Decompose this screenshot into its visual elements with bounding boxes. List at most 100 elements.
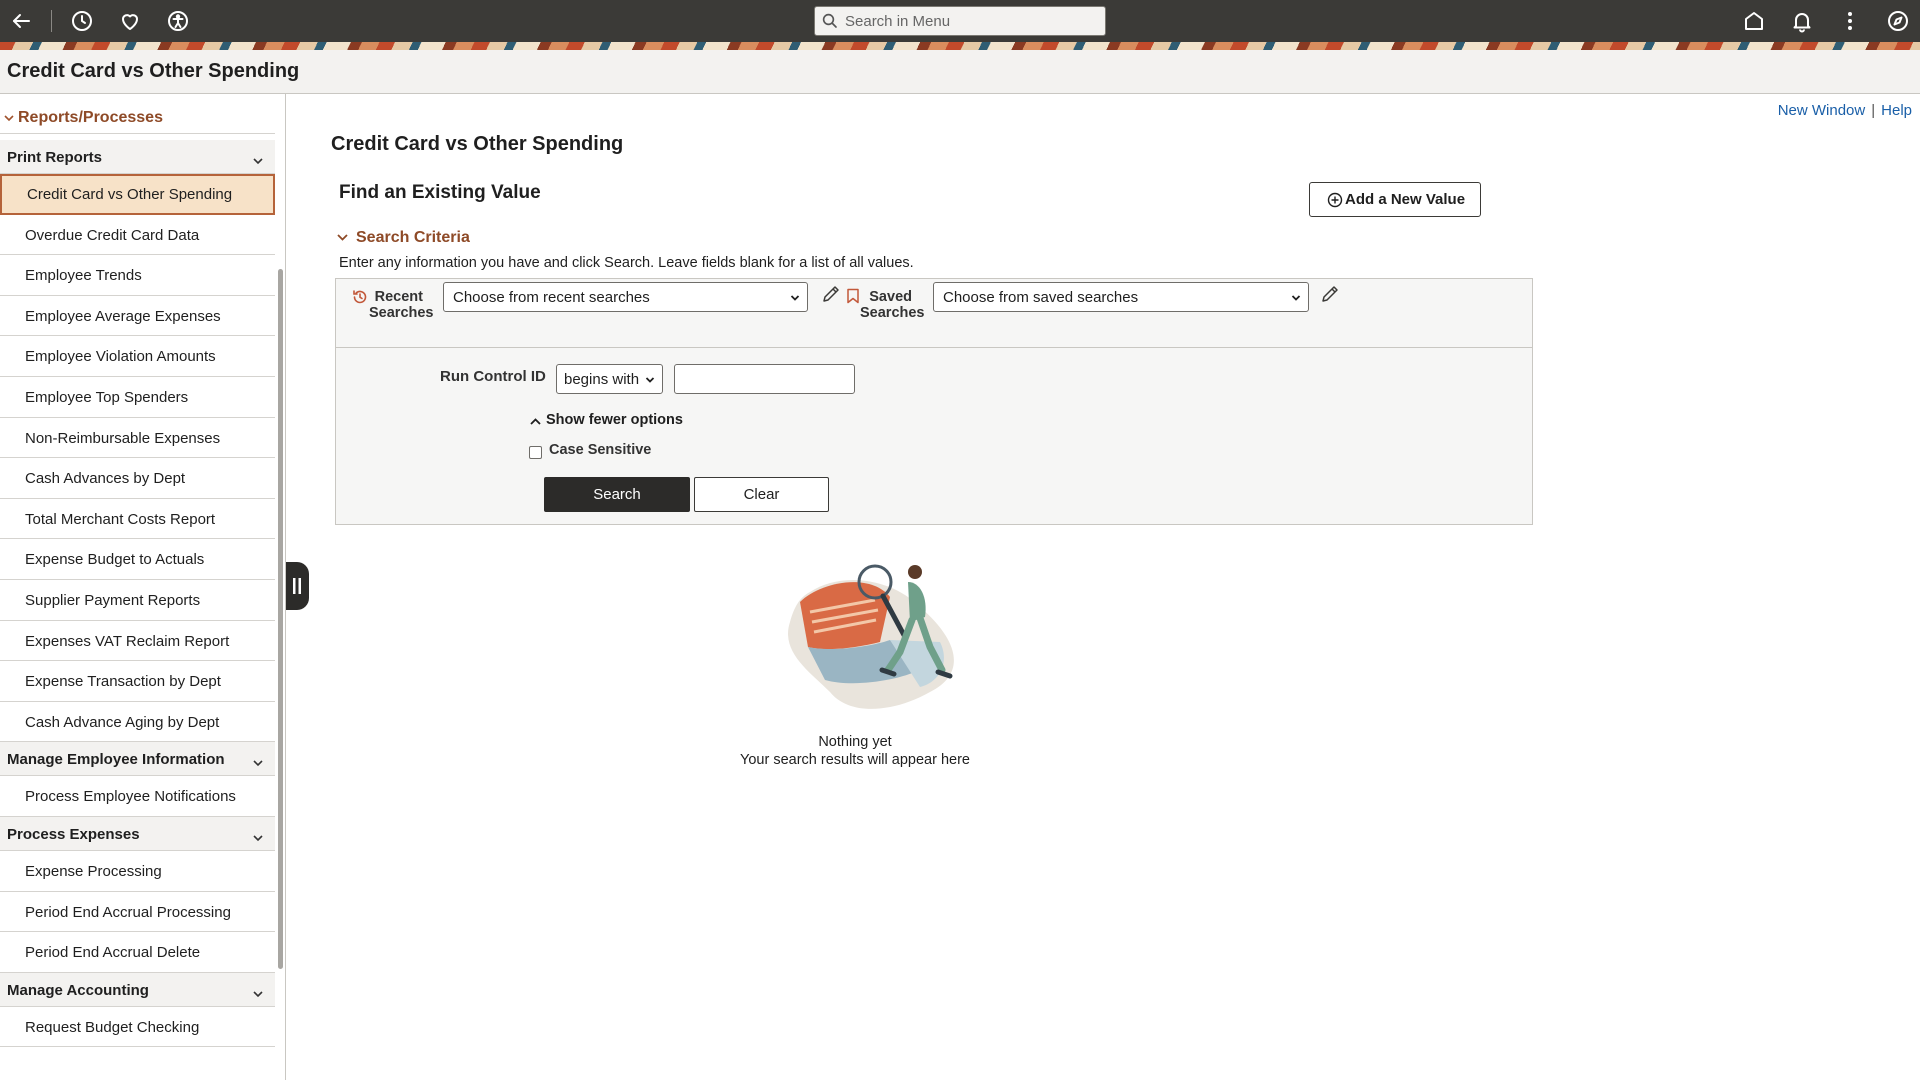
add-new-value-button[interactable]: Add a New Value	[1309, 182, 1481, 217]
nav-item-cash-advances-by-dept[interactable]: Cash Advances by Dept	[0, 458, 275, 499]
recent-searches-select[interactable]: Choose from recent searches	[443, 282, 808, 312]
nav-section-print-reports[interactable]: Print Reports	[0, 140, 275, 174]
nav-item-non-reimbursable-expenses[interactable]: Non-Reimbursable Expenses	[0, 418, 275, 459]
search-criteria-box: Recent Searches Choose from recent searc…	[335, 278, 1533, 525]
saved-label-line2: Searches	[860, 305, 925, 321]
bookmark-icon	[846, 288, 860, 304]
recent-searches-value: Choose from recent searches	[453, 289, 650, 306]
search-instructions: Enter any information you have and click…	[339, 255, 914, 271]
heart-icon[interactable]	[118, 9, 142, 33]
nav-item-expense-processing[interactable]: Expense Processing	[0, 851, 275, 892]
decorative-banner	[0, 42, 1920, 50]
top-links: New Window | Help	[1778, 102, 1912, 119]
nav-section-manage-employee-information[interactable]: Manage Employee Information	[0, 742, 275, 777]
nav-item-cash-advance-aging-by-dept[interactable]: Cash Advance Aging by Dept	[0, 702, 275, 743]
nav-item-credit-card-vs-other-spending[interactable]: Credit Card vs Other Spending	[0, 174, 275, 215]
run-control-id-input[interactable]	[674, 364, 855, 394]
accessibility-icon[interactable]	[166, 9, 190, 33]
nav-item-label: Period End Accrual Delete	[25, 944, 201, 962]
nav-item-label: Credit Card vs Other Spending	[27, 186, 233, 203]
nav-item-employee-top-spenders[interactable]: Employee Top Spenders	[0, 377, 275, 418]
nav-item-label: Non-Reimbursable Expenses	[25, 429, 221, 447]
nav-section-label: Manage Employee Information	[7, 751, 225, 769]
nav-section-label: Manage Accounting	[7, 981, 149, 999]
help-link[interactable]: Help	[1881, 102, 1912, 119]
nav-section-manage-accounting[interactable]: Manage Accounting	[0, 972, 275, 1007]
criteria-divider	[336, 347, 1532, 348]
recent-label-line2: Searches	[369, 305, 434, 321]
menu-search-placeholder: Search in Menu	[845, 13, 951, 30]
edit-saved-searches-pencil-icon[interactable]	[1319, 283, 1341, 305]
nav-item-label: Expense Budget to Actuals	[25, 551, 205, 569]
collapse-panel-handle[interactable]	[286, 562, 309, 610]
nav-item-label: Period End Accrual Processing	[25, 903, 231, 921]
chevron-down-icon	[251, 987, 265, 1001]
nav-item-label: Employee Average Expenses	[25, 307, 221, 325]
nav-item-label: Cash Advance Aging by Dept	[25, 713, 220, 731]
empty-results-illustration	[788, 564, 954, 709]
nav-item-label: Employee Violation Amounts	[25, 348, 216, 366]
saved-label-line1: Saved	[869, 289, 912, 305]
case-sensitive-checkbox[interactable]	[529, 446, 542, 459]
content-title: Credit Card vs Other Spending	[331, 133, 624, 155]
show-fewer-options-label: Show fewer options	[546, 412, 683, 428]
nav-section-process-expenses[interactable]: Process Expenses	[0, 816, 275, 851]
nav-item-total-merchant-costs-report[interactable]: Total Merchant Costs Report	[0, 499, 275, 540]
link-separator: |	[1871, 102, 1876, 119]
empty-results-subtitle: Your search results will appear here	[740, 752, 970, 768]
nav-group-label: Reports/Processes	[18, 109, 163, 126]
chevron-up-icon	[529, 415, 542, 428]
nav-item-label: Request Budget Checking	[25, 1018, 200, 1036]
nav-item-employee-violation-amounts[interactable]: Employee Violation Amounts	[0, 336, 275, 377]
find-existing-value-heading: Find an Existing Value	[339, 182, 541, 203]
nav-item-employee-average-expenses[interactable]: Employee Average Expenses	[0, 296, 275, 337]
edit-recent-searches-pencil-icon[interactable]	[820, 283, 842, 305]
nav-item-expense-transaction-by-dept[interactable]: Expense Transaction by Dept	[0, 661, 275, 702]
chevron-down-icon	[790, 293, 800, 303]
home-icon[interactable]	[1742, 9, 1766, 33]
nav-item-label: Cash Advances by Dept	[25, 470, 186, 488]
nav-group-reports-processes[interactable]: Reports/Processes	[0, 104, 275, 134]
chevron-down-icon	[645, 375, 655, 385]
search-button[interactable]: Search	[544, 477, 690, 512]
saved-searches-select[interactable]: Choose from saved searches	[933, 282, 1309, 312]
more-vertical-icon[interactable]	[1838, 9, 1862, 33]
bell-icon[interactable]	[1790, 9, 1814, 33]
nav-item-overdue-credit-card-data[interactable]: Overdue Credit Card Data	[0, 215, 275, 256]
left-navigation-panel: Reports/Processes Print Reports Credit C…	[0, 94, 286, 1080]
nav-item-period-end-accrual-processing[interactable]: Period End Accrual Processing	[0, 892, 275, 933]
nav-item-employee-trends[interactable]: Employee Trends	[0, 255, 275, 296]
case-sensitive-label: Case Sensitive	[549, 442, 652, 458]
nav-scrollbar[interactable]	[278, 269, 283, 969]
clear-button[interactable]: Clear	[694, 477, 829, 512]
saved-searches-value: Choose from saved searches	[943, 289, 1139, 306]
nav-section-label: Process Expenses	[7, 825, 140, 843]
history-icon[interactable]	[70, 9, 94, 33]
nav-item-request-budget-checking[interactable]: Request Budget Checking	[0, 1007, 275, 1048]
run-control-operator-select[interactable]: begins with	[556, 364, 663, 394]
nav-item-label: Employee Top Spenders	[25, 388, 189, 406]
compass-icon[interactable]	[1886, 9, 1910, 33]
nav-item-expense-budget-to-actuals[interactable]: Expense Budget to Actuals	[0, 539, 275, 580]
search-icon	[821, 12, 839, 30]
nav-item-label: Supplier Payment Reports	[25, 591, 201, 609]
chevron-down-icon	[251, 831, 265, 845]
nav-list: Print Reports Credit Card vs Other Spend…	[0, 140, 275, 1048]
run-control-id-label: Run Control ID	[440, 368, 546, 385]
nav-item-process-employee-notifications[interactable]: Process Employee Notifications	[0, 776, 275, 817]
page-title: Credit Card vs Other Spending	[7, 60, 300, 82]
chevron-down-icon	[1291, 293, 1301, 303]
chevron-down-icon	[3, 112, 15, 124]
new-window-link[interactable]: New Window	[1778, 102, 1866, 119]
page-title-bar: Credit Card vs Other Spending	[0, 50, 1920, 94]
nav-item-label: Process Employee Notifications	[25, 788, 236, 806]
nav-item-expenses-vat-reclaim-report[interactable]: Expenses VAT Reclaim Report	[0, 621, 275, 662]
nav-item-label: Employee Trends	[25, 267, 142, 285]
nav-item-supplier-payment-reports[interactable]: Supplier Payment Reports	[0, 580, 275, 621]
plus-circle-icon	[1327, 192, 1343, 208]
back-arrow-icon[interactable]	[9, 9, 33, 33]
menu-search-input[interactable]: Search in Menu	[814, 6, 1106, 36]
nav-item-period-end-accrual-delete[interactable]: Period End Accrual Delete	[0, 932, 275, 973]
recent-label-line1: Recent	[374, 289, 423, 305]
empty-results-title: Nothing yet	[818, 734, 892, 750]
